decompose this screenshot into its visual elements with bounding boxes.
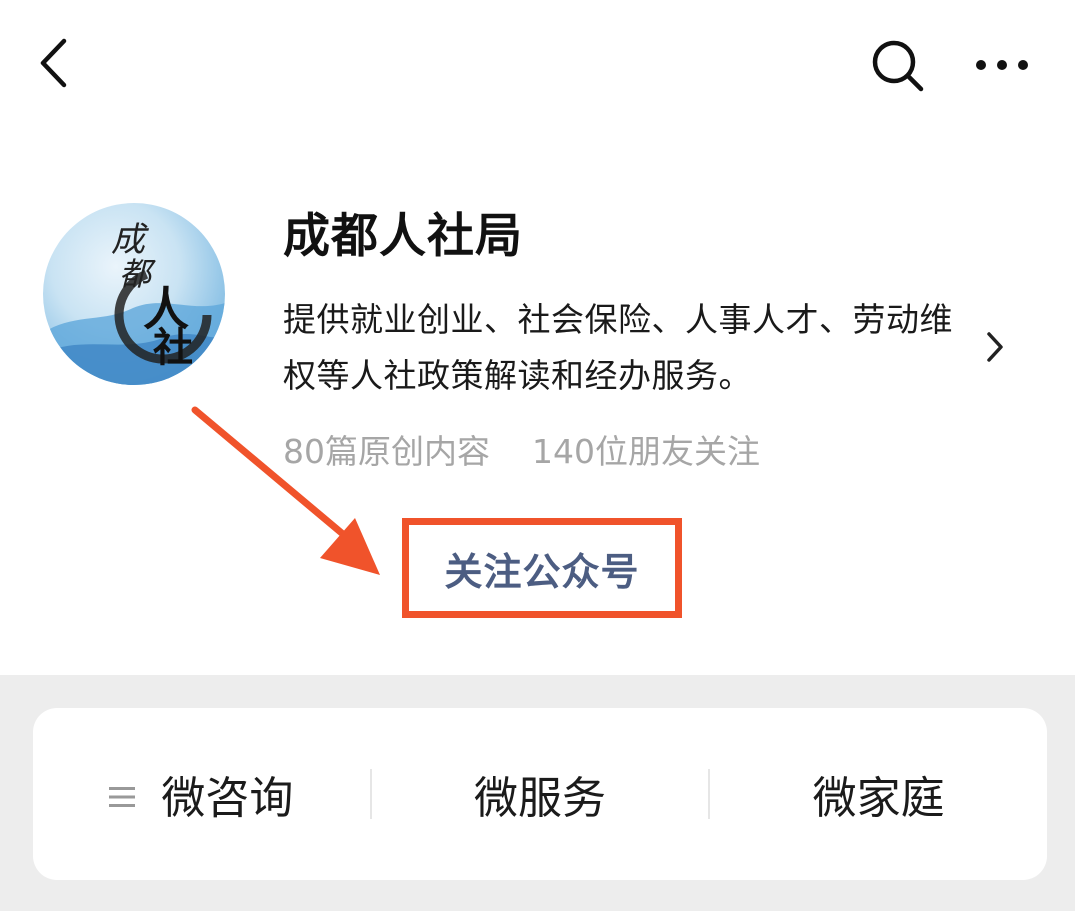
- menu-item-consult[interactable]: 微咨询: [33, 708, 370, 880]
- chevron-left-icon: [40, 38, 67, 88]
- profile-detail-button[interactable]: [985, 330, 1005, 368]
- menu-item-family[interactable]: 微家庭: [710, 708, 1047, 880]
- avatar[interactable]: 成 都 人 社: [43, 203, 225, 385]
- chevron-right-icon: [987, 332, 1003, 362]
- arrow-icon: [191, 406, 380, 575]
- logo-text-1: 成: [111, 220, 150, 260]
- menu-item-service[interactable]: 微服务: [372, 708, 709, 880]
- follow-button[interactable]: 关注公众号: [402, 518, 682, 618]
- menu-item-label: 微咨询: [161, 773, 294, 824]
- annotation-arrow: [185, 400, 400, 584]
- logo-text-4: 社: [153, 324, 193, 371]
- back-button[interactable]: [38, 38, 70, 88]
- search-icon: [872, 40, 924, 92]
- menu-list-icon: [109, 769, 136, 820]
- logo-image: 成 都 人 社: [43, 220, 225, 385]
- bottom-menu: 微咨询 微服务 微家庭: [33, 708, 1047, 880]
- account-name: 成都人社局: [283, 209, 523, 264]
- more-button[interactable]: [975, 55, 1031, 75]
- more-dots-icon: [976, 60, 1028, 70]
- followers-count[interactable]: 140位朋友关注: [532, 432, 760, 471]
- menu-item-label: 微家庭: [812, 773, 945, 824]
- menu-item-label: 微服务: [474, 773, 606, 824]
- account-description[interactable]: 提供就业创业、社会保险、人事人才、劳动维权等人社政策解读和经办服务。: [283, 292, 983, 404]
- search-button[interactable]: [870, 38, 926, 94]
